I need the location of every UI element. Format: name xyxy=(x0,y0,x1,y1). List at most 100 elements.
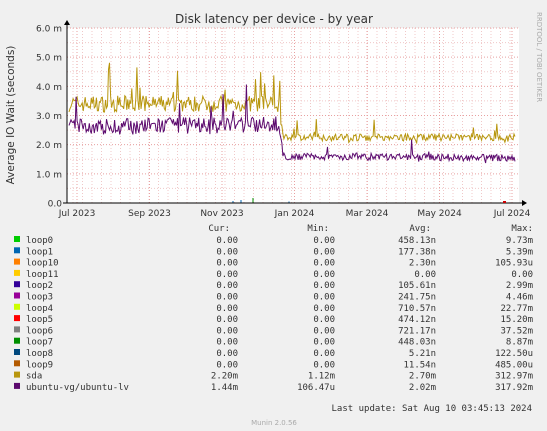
legend-avg: 710.57n xyxy=(398,304,436,314)
legend-swatch xyxy=(14,236,20,242)
chart-title: Disk latency per device - by year xyxy=(175,12,373,26)
y-tick-label: 6.0 m xyxy=(36,25,62,35)
legend-swatch xyxy=(14,371,20,378)
legend-swatch xyxy=(14,269,20,276)
legend-min: 0.00 xyxy=(313,293,335,303)
legend-swatch xyxy=(14,247,20,254)
y-tick-label: 5.0 m xyxy=(36,54,62,64)
legend-max: 8.87m xyxy=(506,338,533,348)
y-axis-label: Average IO Wait (seconds) xyxy=(5,46,17,185)
legend-swatch xyxy=(14,303,20,310)
legend-name: loop3 xyxy=(26,293,53,303)
legend-name: loop2 xyxy=(26,281,53,291)
legend-swatch xyxy=(14,258,20,265)
legend-min: 0.00 xyxy=(313,281,335,291)
legend-row: loop7 0.00 0.00 448.03n 8.87m xyxy=(14,337,533,348)
legend-min: 0.00 xyxy=(313,270,335,280)
legend-min: 0.00 xyxy=(313,315,335,325)
legend-avg: 177.38n xyxy=(398,247,436,257)
y-tick-label: 1.0 m xyxy=(36,170,62,180)
last-update: Last update: Sat Aug 10 03:45:13 2024 xyxy=(332,404,532,414)
legend-cur: 0.00 xyxy=(216,236,238,246)
legend-row: ubuntu-vg/ubuntu-lv 1.44m 106.47u 2.02m 317.… xyxy=(14,382,533,393)
legend-min: 0.00 xyxy=(313,236,335,246)
legend-name: loop6 xyxy=(26,326,53,336)
x-tick-label: Sep 2023 xyxy=(128,209,171,219)
legend-avg: 474.12n xyxy=(398,315,436,325)
legend-name: loop9 xyxy=(26,360,53,370)
legend-cur: 0.00 xyxy=(216,304,238,314)
legend-max: 15.20m xyxy=(500,315,533,325)
legend-avg: 721.17n xyxy=(398,326,436,336)
munin-graph: Disk latency per device - by year Averag… xyxy=(5,12,543,427)
x-tick-label: Jul 2023 xyxy=(58,209,96,219)
legend-row: loop6 0.00 0.00 721.17n 37.52m xyxy=(14,326,533,336)
col-header-avg: Avg: xyxy=(409,224,431,234)
legend-avg: 11.54n xyxy=(403,360,436,370)
y-tick-label: 4.0 m xyxy=(36,83,62,93)
legend-max: 9.73m xyxy=(506,236,533,246)
legend-name: loop10 xyxy=(26,259,59,269)
x-axis-arrow xyxy=(522,200,527,206)
legend-cur: 0.00 xyxy=(216,293,238,303)
x-tick-label: Mar 2024 xyxy=(346,209,389,219)
x-tick-label: Jan 2024 xyxy=(274,209,315,219)
legend-row: loop4 0.00 0.00 710.57n 22.77m xyxy=(14,303,533,314)
legend-min: 0.00 xyxy=(313,349,335,359)
x-tick-label: May 2024 xyxy=(417,209,462,219)
legend-min: 0.00 xyxy=(313,304,335,314)
legend-cur: 0.00 xyxy=(216,281,238,291)
y-tick-label: 2.0 m xyxy=(36,141,62,151)
legend-max: 312.97m xyxy=(495,372,533,382)
legend-swatch xyxy=(14,349,20,355)
legend-avg: 105.61n xyxy=(398,281,436,291)
legend-max: 0.00 xyxy=(511,270,533,280)
legend-max: 122.50u xyxy=(495,349,533,359)
legend-swatch xyxy=(14,337,20,344)
legend-name: loop0 xyxy=(26,236,53,246)
col-header-cur: Cur: xyxy=(208,224,230,234)
legend-name: sda xyxy=(26,372,42,382)
legend-row: loop10 0.00 0.00 2.30n 105.93u xyxy=(14,258,533,269)
legend-min: 0.00 xyxy=(313,247,335,257)
legend-max: 37.52m xyxy=(500,326,533,336)
legend-avg: 458.13n xyxy=(398,236,436,246)
legend-name: loop5 xyxy=(26,315,53,325)
legend-cur: 1.44m xyxy=(211,383,238,393)
legend-row: loop3 0.00 0.00 241.75n 4.46m xyxy=(14,292,533,303)
legend-avg: 5.21n xyxy=(409,349,436,359)
legend-row: loop0 0.00 0.00 458.13n 9.73m xyxy=(14,236,533,246)
legend-row: loop1 0.00 0.00 177.38n 5.39m xyxy=(14,247,533,257)
legend-cur: 2.20m xyxy=(211,372,238,382)
legend-swatch xyxy=(14,292,20,299)
legend-name: loop4 xyxy=(26,304,53,314)
legend-max: 317.92m xyxy=(495,383,533,393)
legend-avg: 241.75n xyxy=(398,293,436,303)
legend-min: 0.00 xyxy=(313,360,335,370)
legend-min: 106.47u xyxy=(297,383,335,393)
x-tick-label: Nov 2023 xyxy=(200,209,243,219)
y-tick-label: 3.0 m xyxy=(36,112,62,122)
legend-min: 0.00 xyxy=(313,338,335,348)
legend-swatch xyxy=(14,326,20,333)
legend-max: 2.99m xyxy=(506,281,533,291)
legend-row: loop2 0.00 0.00 105.61n 2.99m xyxy=(14,281,533,291)
legend-rows: loop0 0.00 0.00 458.13n 9.73mloop1 0.00 0.00 17… xyxy=(14,236,533,393)
legend-avg: 0.00 xyxy=(414,270,436,280)
legend-cur: 0.00 xyxy=(216,349,238,359)
legend-cur: 0.00 xyxy=(216,247,238,257)
legend-row: loop9 0.00 0.00 11.54n 485.00u xyxy=(14,360,533,370)
legend-avg: 448.03n xyxy=(398,338,436,348)
y-tick-labels: 0.0 1.0 m 2.0 m 3.0 m 4.0 m 5.0 m 6.0 m xyxy=(36,25,62,210)
y-axis-arrow xyxy=(64,20,70,25)
munin-version: Munin 2.0.56 xyxy=(251,419,297,427)
legend-cur: 0.00 xyxy=(216,326,238,336)
y-tick-label: 0.0 xyxy=(48,200,63,210)
legend-swatch xyxy=(14,360,20,367)
rrdtool-credit: RRDTOOL / TOBI OETIKER xyxy=(535,12,543,102)
legend-min: 0.00 xyxy=(313,326,335,336)
legend-swatch xyxy=(14,281,20,288)
x-tick-labels: Jul 2023 Sep 2023 Nov 2023 Jan 2024 Mar 2024… xyxy=(58,209,531,219)
legend-avg: 2.02m xyxy=(409,383,436,393)
x-tick-label: Jul 2024 xyxy=(493,209,531,219)
